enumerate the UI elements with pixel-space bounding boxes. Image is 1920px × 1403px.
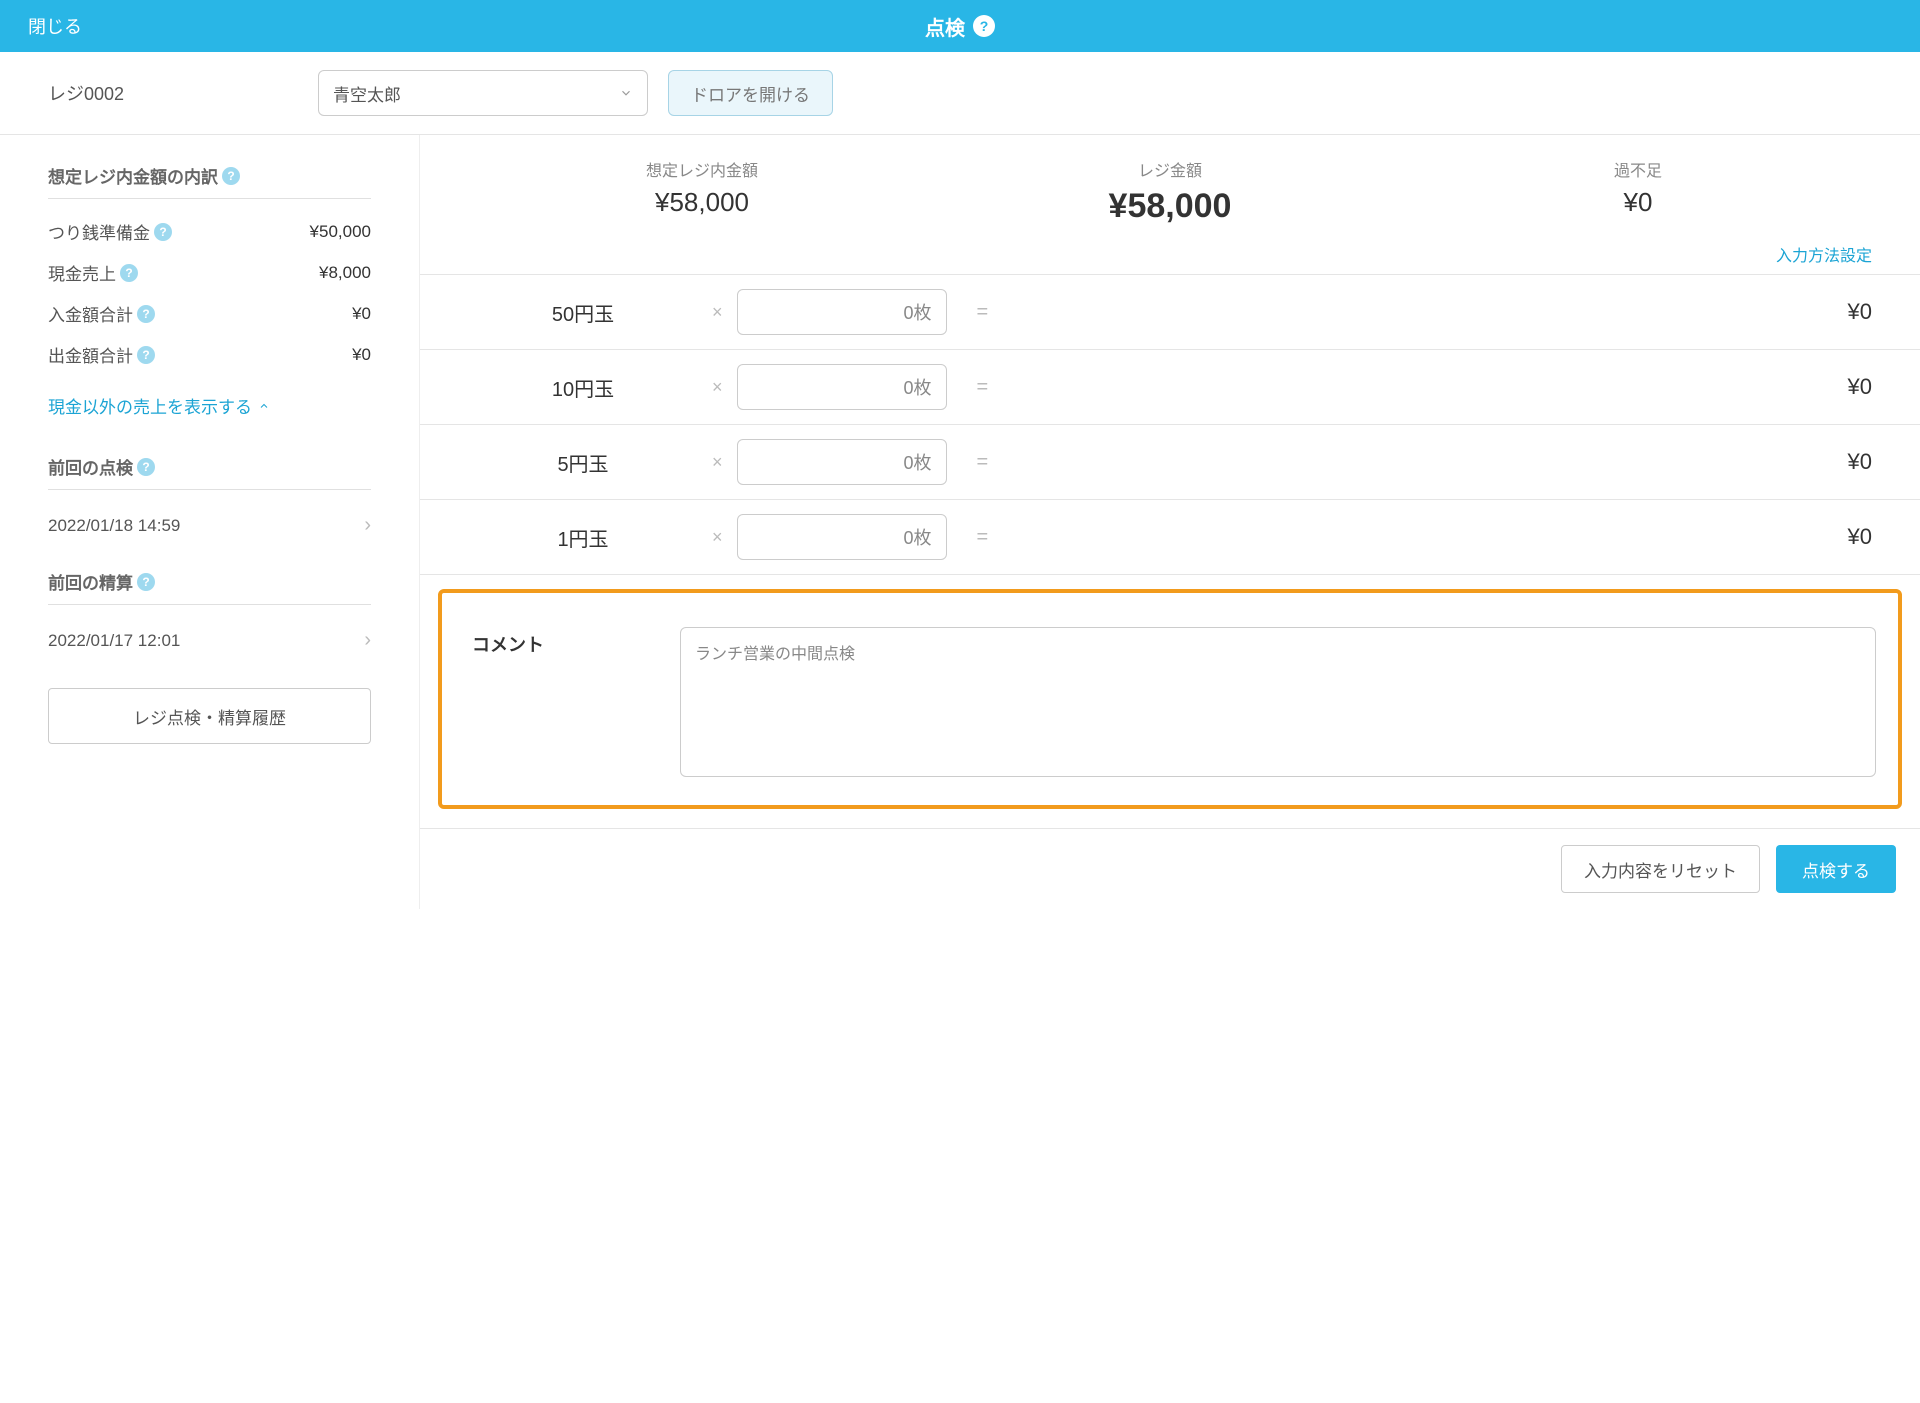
main-panel: 想定レジ内金額 ¥58,000 レジ金額 ¥58,000 過不足 ¥0 入力方法… bbox=[420, 135, 1920, 909]
denom-name: 5円玉 bbox=[468, 448, 698, 477]
denom-total: ¥0 bbox=[1018, 374, 1872, 400]
equals-symbol: = bbox=[947, 451, 1019, 474]
denom-count-input[interactable] bbox=[737, 514, 947, 560]
comment-textarea[interactable] bbox=[680, 627, 1876, 777]
comment-section: コメント bbox=[438, 589, 1902, 809]
breakdown-row: 入金額合計? ¥0 bbox=[48, 293, 371, 334]
input-settings-wrap: 入力方法設定 bbox=[420, 236, 1920, 274]
expected-label: 想定レジ内金額 bbox=[468, 157, 936, 181]
equals-symbol: = bbox=[947, 301, 1019, 324]
register-name: レジ0002 bbox=[48, 80, 298, 106]
summary-row: 想定レジ内金額 ¥58,000 レジ金額 ¥58,000 過不足 ¥0 bbox=[420, 135, 1920, 236]
denom-count-input[interactable] bbox=[737, 364, 947, 410]
last-check-row[interactable]: 2022/01/18 14:59 › bbox=[48, 502, 371, 549]
expected-value: ¥58,000 bbox=[468, 187, 936, 218]
denomination-row: 50円玉 × = ¥0 bbox=[420, 275, 1920, 350]
chevron-right-icon: › bbox=[364, 629, 371, 652]
footer-actions: 入力内容をリセット 点検する bbox=[420, 828, 1920, 909]
denomination-row: 1円玉 × = ¥0 bbox=[420, 500, 1920, 575]
breakdown-row: 現金売上? ¥8,000 bbox=[48, 252, 371, 293]
divider bbox=[48, 489, 371, 490]
history-button[interactable]: レジ点検・精算履歴 bbox=[48, 688, 371, 744]
help-icon[interactable]: ? bbox=[137, 573, 155, 591]
last-settle-title: 前回の精算 ? bbox=[48, 569, 371, 594]
denom-count-input[interactable] bbox=[737, 289, 947, 335]
divider bbox=[48, 198, 371, 199]
page-title-text: 点検 bbox=[925, 12, 965, 41]
staff-select-value: 青空太郎 bbox=[333, 81, 401, 106]
help-icon[interactable]: ? bbox=[973, 15, 995, 37]
diff-label: 過不足 bbox=[1404, 157, 1872, 181]
chevron-down-icon bbox=[619, 86, 633, 100]
denom-total: ¥0 bbox=[1018, 299, 1872, 325]
equals-symbol: = bbox=[947, 376, 1019, 399]
last-check-title: 前回の点検 ? bbox=[48, 454, 371, 479]
help-icon[interactable]: ? bbox=[120, 264, 138, 282]
times-symbol: × bbox=[698, 452, 737, 473]
denom-name: 1円玉 bbox=[468, 523, 698, 552]
diff-value: ¥0 bbox=[1404, 187, 1872, 218]
chevron-up-icon bbox=[258, 400, 270, 412]
denom-count-input[interactable] bbox=[737, 439, 947, 485]
denom-name: 10円玉 bbox=[468, 373, 698, 402]
denomination-row: 10円玉 × = ¥0 bbox=[420, 350, 1920, 425]
page-title: 点検 ? bbox=[925, 12, 995, 41]
staff-select[interactable]: 青空太郎 bbox=[318, 70, 648, 116]
open-drawer-button[interactable]: ドロアを開ける bbox=[668, 70, 833, 116]
help-icon[interactable]: ? bbox=[137, 458, 155, 476]
denom-total: ¥0 bbox=[1018, 524, 1872, 550]
sidebar: 想定レジ内金額の内訳 ? つり銭準備金? ¥50,000 現金売上? ¥8,00… bbox=[0, 135, 420, 909]
last-settle-row[interactable]: 2022/01/17 12:01 › bbox=[48, 617, 371, 664]
times-symbol: × bbox=[698, 302, 737, 323]
help-icon[interactable]: ? bbox=[154, 223, 172, 241]
help-icon[interactable]: ? bbox=[137, 305, 155, 323]
chevron-right-icon: › bbox=[364, 514, 371, 537]
close-button[interactable]: 閉じる bbox=[0, 13, 110, 39]
breakdown-row: 出金額合計? ¥0 bbox=[48, 334, 371, 375]
actual-value: ¥58,000 bbox=[936, 187, 1404, 226]
show-noncash-link[interactable]: 現金以外の売上を表示する bbox=[48, 393, 371, 418]
topbar: レジ0002 青空太郎 ドロアを開ける bbox=[0, 52, 1920, 135]
comment-label: コメント bbox=[472, 627, 652, 657]
app-header: 閉じる 点検 ? bbox=[0, 0, 1920, 52]
help-icon[interactable]: ? bbox=[222, 167, 240, 185]
times-symbol: × bbox=[698, 527, 737, 548]
submit-button[interactable]: 点検する bbox=[1776, 845, 1896, 893]
breakdown-title: 想定レジ内金額の内訳 ? bbox=[48, 163, 371, 188]
denomination-table: 50円玉 × = ¥0 10円玉 × = ¥0 5円玉 × = ¥0 bbox=[420, 274, 1920, 575]
divider bbox=[48, 604, 371, 605]
input-settings-link[interactable]: 入力方法設定 bbox=[1776, 248, 1872, 265]
equals-symbol: = bbox=[947, 526, 1019, 549]
help-icon[interactable]: ? bbox=[137, 346, 155, 364]
actual-label: レジ金額 bbox=[936, 157, 1404, 181]
denom-name: 50円玉 bbox=[468, 298, 698, 327]
breakdown-row: つり銭準備金? ¥50,000 bbox=[48, 211, 371, 252]
denomination-row: 5円玉 × = ¥0 bbox=[420, 425, 1920, 500]
denom-total: ¥0 bbox=[1018, 449, 1872, 475]
times-symbol: × bbox=[698, 377, 737, 398]
reset-button[interactable]: 入力内容をリセット bbox=[1561, 845, 1760, 893]
